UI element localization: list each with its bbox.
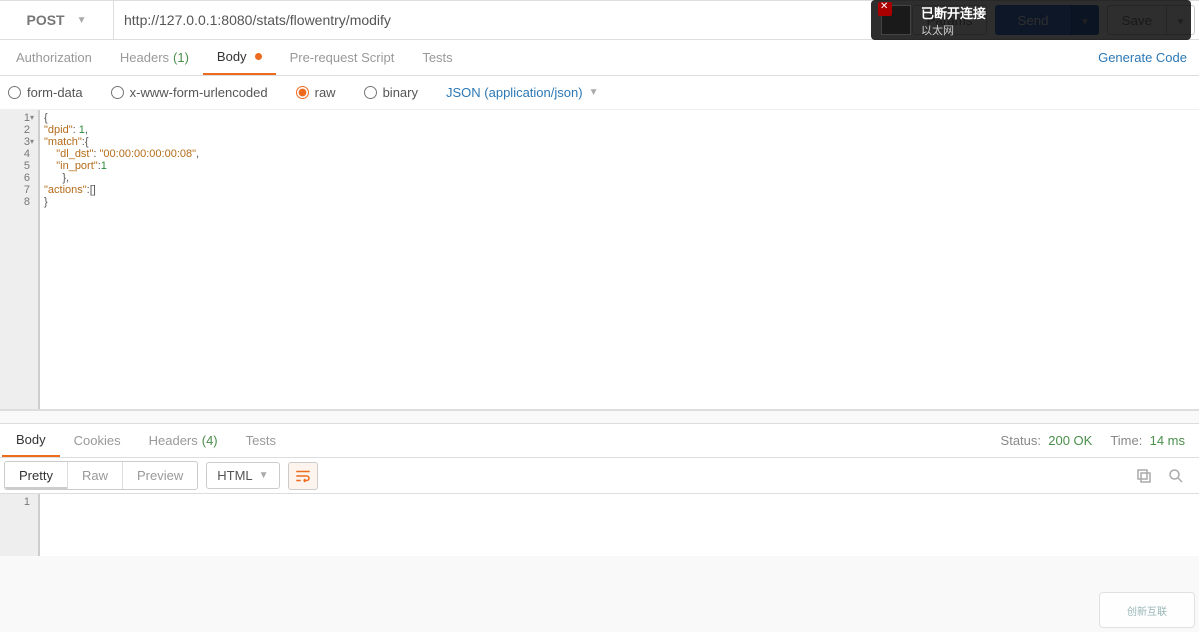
wrap-icon: [294, 467, 312, 485]
section-divider: [0, 410, 1199, 424]
response-view-bar: Pretty Raw Preview HTML ▼: [0, 458, 1199, 494]
notification-title: 已断开连接: [921, 3, 986, 22]
response-format-select[interactable]: HTML ▼: [206, 462, 279, 489]
url-input[interactable]: [114, 1, 912, 39]
resp-tab-body[interactable]: Body: [2, 424, 60, 457]
radio-raw[interactable]: raw: [296, 85, 336, 100]
editor-gutter: 1▾23▾45678: [0, 110, 38, 409]
watermark: 创新互联: [1099, 592, 1195, 628]
response-body-editor[interactable]: 1: [0, 494, 1199, 556]
editor-gutter: 1: [0, 494, 38, 556]
status-label: Status:: [1001, 433, 1041, 448]
request-tabs: Authorization Headers (1) Body Pre-reque…: [0, 40, 1199, 76]
radio-label: form-data: [27, 85, 83, 100]
content-type-select[interactable]: JSON (application/json) ▼: [446, 85, 598, 100]
content-type-label: JSON (application/json): [446, 85, 583, 100]
generate-code-link[interactable]: Generate Code: [1098, 50, 1187, 65]
http-method-label: POST: [26, 12, 64, 28]
request-body-editor[interactable]: 1▾23▾45678 {"dpid": 1,"match":{ "dl_dst"…: [0, 110, 1199, 410]
chevron-down-icon: ▼: [589, 87, 599, 98]
http-method-select[interactable]: POST ▼: [0, 1, 114, 39]
radio-form-data[interactable]: form-data: [8, 85, 83, 100]
seg-pretty[interactable]: Pretty: [5, 462, 68, 489]
tab-label: Body: [16, 432, 46, 447]
radio-binary[interactable]: binary: [364, 85, 418, 100]
tab-body[interactable]: Body: [203, 40, 276, 75]
seg-preview[interactable]: Preview: [123, 462, 197, 489]
search-icon[interactable]: [1167, 467, 1185, 485]
radio-urlencoded[interactable]: x-www-form-urlencoded: [111, 85, 268, 100]
tab-headers[interactable]: Headers (1): [106, 40, 203, 75]
status-box: Status: 200 OK Time: 14 ms: [1001, 433, 1199, 448]
tab-label: Tests: [246, 433, 276, 448]
tab-label: Authorization: [16, 50, 92, 65]
response-tabs: Body Cookies Headers (4) Tests Status: 2…: [0, 424, 1199, 458]
notification-subtitle: 以太网: [921, 22, 986, 38]
chevron-down-icon: ▼: [77, 15, 87, 26]
copy-icon[interactable]: [1135, 467, 1153, 485]
seg-raw[interactable]: Raw: [68, 462, 123, 489]
tab-authorization[interactable]: Authorization: [2, 40, 106, 75]
wrap-lines-button[interactable]: [288, 462, 318, 490]
time-label: Time:: [1110, 433, 1142, 448]
network-notification: 已断开连接 以太网: [871, 0, 1191, 40]
tab-label: Headers: [149, 433, 198, 448]
status-value: 200 OK: [1048, 433, 1092, 448]
format-label: HTML: [217, 468, 252, 483]
unsaved-dot-icon: [255, 53, 262, 60]
tab-label: Pre-request Script: [290, 50, 395, 65]
tab-prerequest[interactable]: Pre-request Script: [276, 40, 409, 75]
tab-label: Tests: [422, 50, 452, 65]
tab-label: Body: [217, 49, 247, 64]
radio-label: raw: [315, 85, 336, 100]
radio-label: binary: [383, 85, 418, 100]
tab-count: (4): [202, 433, 218, 448]
time-value: 14 ms: [1150, 433, 1185, 448]
resp-tab-headers[interactable]: Headers (4): [135, 424, 232, 457]
editor-code-area[interactable]: {"dpid": 1,"match":{ "dl_dst": "00:00:00…: [40, 110, 1199, 409]
editor-code-area[interactable]: [40, 494, 1199, 556]
ethernet-icon: [881, 5, 911, 35]
tab-tests[interactable]: Tests: [408, 40, 466, 75]
view-segment: Pretty Raw Preview: [4, 461, 198, 490]
tab-count: (1): [173, 50, 189, 65]
radio-label: x-www-form-urlencoded: [130, 85, 268, 100]
tab-label: Headers: [120, 50, 169, 65]
resp-tab-cookies[interactable]: Cookies: [60, 424, 135, 457]
tab-label: Cookies: [74, 433, 121, 448]
resp-tab-tests[interactable]: Tests: [232, 424, 290, 457]
chevron-down-icon: ▼: [259, 470, 269, 481]
body-type-row: form-data x-www-form-urlencoded raw bina…: [0, 76, 1199, 110]
